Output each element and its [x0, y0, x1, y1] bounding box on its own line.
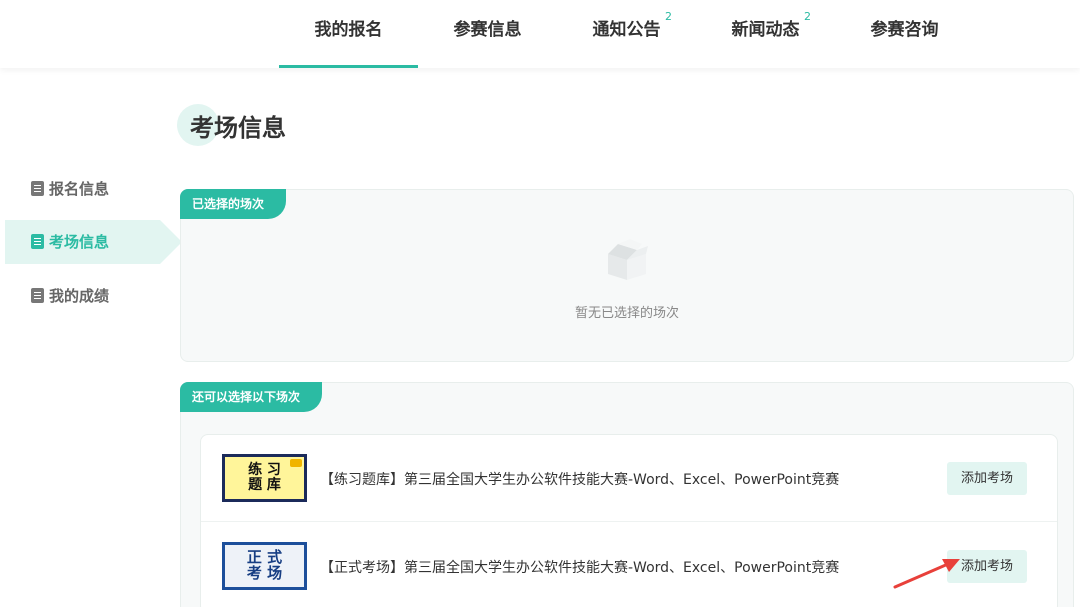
- news-count-badge: 2: [804, 10, 811, 23]
- available-sessions-tag: 还可以选择以下场次: [180, 382, 323, 412]
- tab-competition-info[interactable]: 参赛信息: [418, 0, 557, 68]
- empty-box-icon: [608, 239, 648, 280]
- edit-doc-icon: [31, 181, 44, 196]
- page-title: 考场信息: [190, 114, 286, 142]
- list-item: 练 习 题 库 【练习题库】第三届全国大学生办公软件技能大赛-Word、Exce…: [201, 435, 1057, 522]
- formal-exam-thumbnail: 正 式 考 场: [222, 542, 307, 590]
- notices-count-badge: 2: [665, 10, 672, 23]
- tab-news[interactable]: 新闻动态 2: [696, 0, 835, 68]
- sidebar-item-my-scores[interactable]: 我的成绩: [5, 274, 160, 318]
- session-title: 【正式考场】第三届全国大学生办公软件技能大赛-Word、Excel、PowerP…: [320, 560, 840, 576]
- new-badge-icon: [290, 459, 302, 467]
- doc-icon: [31, 234, 44, 249]
- add-exam-room-button[interactable]: 添加考场: [947, 462, 1027, 495]
- tab-notices[interactable]: 通知公告 2: [557, 0, 696, 68]
- empty-state-text: 暂无已选择的场次: [574, 306, 679, 321]
- trash-doc-icon: [31, 288, 44, 303]
- annotation-arrow-icon: [893, 559, 960, 589]
- sidebar-item-exam-room-info[interactable]: 考场信息: [5, 220, 182, 264]
- session-title: 【练习题库】第三届全国大学生办公软件技能大赛-Word、Excel、PowerP…: [320, 472, 840, 488]
- selected-sessions-tag: 已选择的场次: [180, 189, 287, 219]
- practice-bank-thumbnail: 练 习 题 库: [222, 454, 307, 502]
- sidebar-item-registration-info[interactable]: 报名信息: [5, 167, 160, 211]
- top-nav: 我的报名 参赛信息 通知公告 2 新闻动态 2 参赛咨询: [0, 0, 1080, 68]
- tab-my-registration[interactable]: 我的报名: [279, 0, 418, 68]
- tab-consultation[interactable]: 参赛咨询: [835, 0, 974, 68]
